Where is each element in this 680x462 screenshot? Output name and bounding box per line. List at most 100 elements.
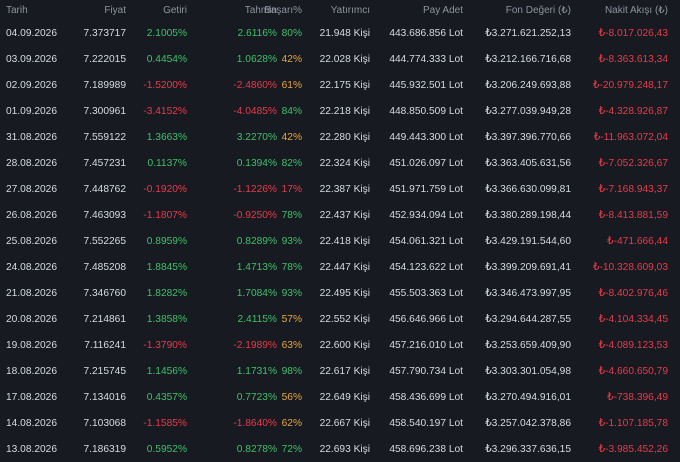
cell-pay-adet: 455.503.363 Lot [389,287,463,299]
cell-nakit-akisi: ₺-8.413.881,59 [598,209,668,221]
cell-nakit-akisi: ₺-10.328.609,03 [592,261,668,273]
cell-yatirimci: 22.617 Kişi [319,365,370,377]
cell-pay-adet: 454.061.321 Lot [389,235,463,247]
cell-basari: 62% [281,417,302,429]
cell-fon-degeri: ₺3.303.301.054,98 [485,365,571,377]
table-row[interactable]: 20.08.2026 7.214861 1.3858% 2.4115% 57% 22.55… [0,306,680,332]
cell-pay-adet: 458.696.238 Lot [389,443,463,455]
header-pay-adet[interactable]: Pay Adet [380,0,463,20]
cell-pay-adet: 445.932.501 Lot [389,79,463,91]
cell-getiri: -1.1807% [143,209,187,221]
table-row[interactable]: 28.08.2026 7.457231 0.1137% 0.1394% 82% 22.32… [0,150,680,176]
cell-tahmin: 1.1731% [236,365,277,377]
table-row[interactable]: 25.08.2026 7.552265 0.8959% 0.8289% 93% 22.41… [0,228,680,254]
cell-basari: 63% [281,339,302,351]
cell-getiri: -3.4152% [143,105,187,117]
cell-yatirimci: 22.218 Kişi [319,105,370,117]
cell-date: 27.08.2026 [6,183,57,195]
cell-basari: 17% [281,183,302,195]
cell-fon-degeri: ₺3.270.494.916,01 [485,391,571,403]
cell-fon-degeri: ₺3.346.473.997,95 [485,287,571,299]
table-row[interactable]: 19.08.2026 7.116241 -1.3790% -2.1989% 63% 22.… [0,332,680,358]
cell-date: 14.08.2026 [6,417,57,429]
cell-nakit-akisi: ₺-7.052.326,67 [598,157,668,169]
cell-getiri: 1.8282% [146,287,187,299]
cell-basari: 80% [281,27,302,39]
cell-price: 7.373717 [83,27,127,39]
cell-nakit-akisi: ₺-7.168.943,37 [598,183,668,195]
table-row[interactable]: 24.08.2026 7.485208 1.8845% 1.4713% 78% 22.44… [0,254,680,280]
table-row[interactable]: 26.08.2026 7.463093 -1.1807% -0.9250% 78% 22.… [0,202,680,228]
cell-date: 31.08.2026 [6,131,57,143]
cell-getiri: 1.1456% [146,365,187,377]
cell-price: 7.103068 [83,417,127,429]
cell-basari: 57% [281,313,302,325]
cell-date: 24.08.2026 [6,261,57,273]
cell-pay-adet: 451.971.759 Lot [389,183,463,195]
cell-tahmin: 0.8289% [236,235,277,247]
cell-yatirimci: 22.387 Kişi [319,183,370,195]
cell-nakit-akisi: ₺-4.660.650,79 [598,365,668,377]
cell-getiri: 0.4357% [146,391,187,403]
cell-price: 7.116241 [84,339,126,351]
table-row[interactable]: 14.08.2026 7.103068 -1.1585% -1.8640% 62% 22.… [0,410,680,436]
cell-price: 7.463093 [83,209,127,221]
table-row[interactable]: 18.08.2026 7.215745 1.1456% 1.1731% 98% 22.61… [0,358,680,384]
cell-price: 7.300961 [83,105,127,117]
cell-date: 04.09.2026 [6,27,57,39]
header-yatirimci[interactable]: Yatırımcı [300,0,370,20]
fund-history-table: Tarih Fiyat Getiri Tahmin Başarı% Yatırı… [0,0,680,462]
table-row[interactable]: 21.08.2026 7.346760 1.8282% 1.7084% 93% 22.49… [0,280,680,306]
cell-basari: 42% [281,53,302,65]
cell-yatirimci: 22.693 Kişi [319,443,370,455]
cell-yatirimci: 22.437 Kişi [319,209,370,221]
header-price[interactable]: Fiyat [70,0,126,20]
cell-nakit-akisi: ₺-4.104.334,45 [598,313,668,325]
cell-nakit-akisi: ₺-4.328.926,87 [598,105,668,117]
cell-yatirimci: 22.495 Kişi [319,287,370,299]
cell-fon-degeri: ₺3.363.405.631,56 [485,157,571,169]
cell-getiri: 0.1137% [147,157,187,169]
cell-date: 25.08.2026 [6,235,57,247]
cell-nakit-akisi: ₺-1.107.185,78 [598,417,668,429]
cell-yatirimci: 22.600 Kişi [319,339,370,351]
cell-date: 21.08.2026 [6,287,57,299]
table-row[interactable]: 17.08.2026 7.134016 0.4357% 0.7723% 56% 22.64… [0,384,680,410]
table-body: 04.09.2026 7.373717 2.1005% 2.6116% 80% 21.94… [0,20,680,462]
cell-price: 7.222015 [83,53,127,65]
cell-tahmin: 1.4713% [236,261,277,273]
cell-nakit-akisi: ₺-738.396,49 [607,391,668,403]
cell-pay-adet: 454.123.622 Lot [389,261,463,273]
cell-date: 19.08.2026 [6,339,57,351]
header-fon-degeri[interactable]: Fon Değeri (₺) [470,0,571,20]
cell-basari: 93% [281,287,302,299]
cell-pay-adet: 457.216.010 Lot [389,339,463,351]
cell-date: 01.09.2026 [6,105,57,117]
cell-fon-degeri: ₺3.399.209.691,41 [485,261,571,273]
table-row[interactable]: 03.09.2026 7.222015 0.4454% 1.0628% 42% 22.02… [0,46,680,72]
table-row[interactable]: 01.09.2026 7.300961 -3.4152% -4.0485% 84% 22.… [0,98,680,124]
cell-nakit-akisi: ₺-8.017.026,43 [598,27,668,39]
header-getiri[interactable]: Getiri [130,0,187,20]
cell-fon-degeri: ₺3.397.396.770,66 [485,131,571,143]
header-date[interactable]: Tarih [6,0,76,20]
cell-yatirimci: 22.280 Kişi [319,131,370,143]
cell-tahmin: -2.4860% [233,79,277,91]
cell-price: 7.214861 [83,313,127,325]
table-row[interactable]: 02.09.2026 7.189989 -1.5200% -2.4860% 61% 22.… [0,72,680,98]
cell-nakit-akisi: ₺-471.666,44 [607,235,668,247]
header-nakit-akisi[interactable]: Nakit Akışı (₺) [575,0,668,20]
cell-tahmin: 1.0628% [236,53,277,65]
cell-tahmin: -1.1226% [233,183,277,195]
header-basari[interactable]: Başarı% [264,0,302,20]
cell-nakit-akisi: ₺-3.985.452,26 [598,443,668,455]
cell-date: 02.09.2026 [6,79,57,91]
cell-pay-adet: 449.443.300 Lot [389,131,463,143]
cell-getiri: 0.8959% [146,235,187,247]
table-row[interactable]: 31.08.2026 7.559122 1.3663% 3.2270% 42% 22.28… [0,124,680,150]
table-row[interactable]: 13.08.2026 7.186319 0.5952% 0.8278% 72% 22.69… [0,436,680,462]
cell-price: 7.559122 [83,131,127,143]
cell-yatirimci: 22.324 Kişi [319,157,370,169]
table-row[interactable]: 27.08.2026 7.448762 -0.1920% -1.1226% 17% 22.… [0,176,680,202]
table-row[interactable]: 04.09.2026 7.373717 2.1005% 2.6116% 80% 21.94… [0,20,680,46]
